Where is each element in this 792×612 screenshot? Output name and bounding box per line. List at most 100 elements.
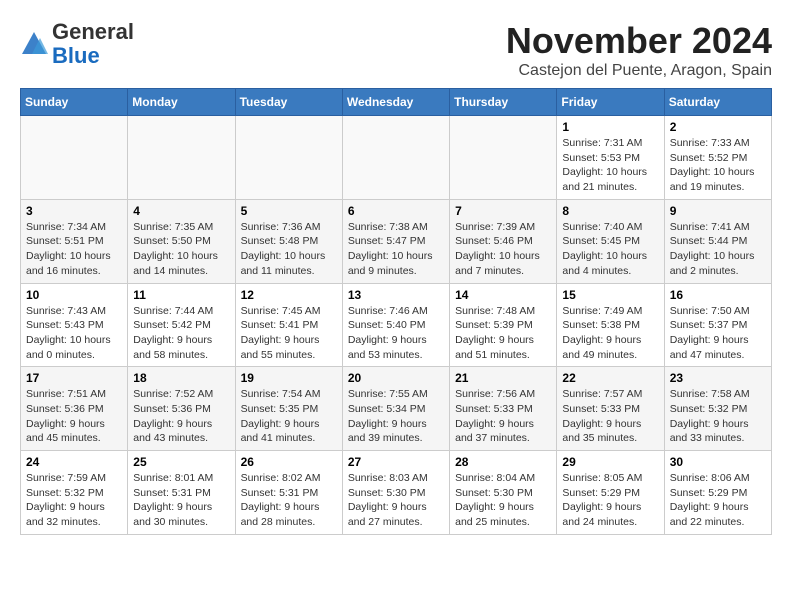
day-info: Sunrise: 7:35 AM Sunset: 5:50 PM Dayligh… — [133, 220, 229, 279]
weekday-header-sunday: Sunday — [21, 89, 128, 116]
day-number: 15 — [562, 288, 658, 302]
week-row-3: 10 Sunrise: 7:43 AM Sunset: 5:43 PM Dayli… — [21, 283, 772, 367]
weekday-header-saturday: Saturday — [664, 89, 771, 116]
day-cell: 7Sunrise: 7:39 AM Sunset: 5:46 PM Daylig… — [450, 199, 557, 283]
day-number: 22 — [562, 371, 658, 385]
day-info: Sunrise: 7:46 AM Sunset: 5:40 PM Dayligh… — [348, 304, 444, 363]
day-cell: 15 Sunrise: 7:49 AM Sunset: 5:38 PM Dayli… — [557, 283, 664, 367]
day-info: Sunrise: 7:40 AM Sunset: 5:45 PM Dayligh… — [562, 220, 658, 279]
day-info: Sunrise: 7:33 AM Sunset: 5:52 PM Dayligh… — [670, 136, 766, 195]
weekday-header-row: SundayMondayTuesdayWednesdayThursdayFrid… — [21, 89, 772, 116]
day-cell: 13 Sunrise: 7:46 AM Sunset: 5:40 PM Dayli… — [342, 283, 449, 367]
weekday-header-wednesday: Wednesday — [342, 89, 449, 116]
calendar-table: SundayMondayTuesdayWednesdayThursdayFrid… — [20, 88, 772, 535]
day-info: Sunrise: 8:01 AM Sunset: 5:31 PM Dayligh… — [133, 471, 229, 530]
day-cell: 2 Sunrise: 7:33 AM Sunset: 5:52 PM Daylig… — [664, 116, 771, 200]
day-cell: 6 Sunrise: 7:38 AM Sunset: 5:47 PM Daylig… — [342, 199, 449, 283]
logo-general-text: General — [52, 19, 134, 44]
day-cell — [21, 116, 128, 200]
day-number: 29 — [562, 455, 658, 469]
logo: General Blue — [20, 20, 134, 68]
week-row-1: 1 Sunrise: 7:31 AM Sunset: 5:53 PM Daylig… — [21, 116, 772, 200]
weekday-header-monday: Monday — [128, 89, 235, 116]
day-cell: 18 Sunrise: 7:52 AM Sunset: 5:36 PM Dayli… — [128, 367, 235, 451]
day-number: 16 — [670, 288, 766, 302]
day-info: Sunrise: 7:57 AM Sunset: 5:33 PM Dayligh… — [562, 387, 658, 446]
day-number: 23 — [670, 371, 766, 385]
day-cell — [450, 116, 557, 200]
day-number: 2 — [670, 120, 766, 134]
day-number: 21 — [455, 371, 551, 385]
day-number: 8 — [562, 204, 658, 218]
weekday-header-thursday: Thursday — [450, 89, 557, 116]
day-number: 4 — [133, 204, 229, 218]
day-cell: 23Sunrise: 7:58 AM Sunset: 5:32 PM Dayli… — [664, 367, 771, 451]
day-info: Sunrise: 7:59 AM Sunset: 5:32 PM Dayligh… — [26, 471, 122, 530]
day-number: 19 — [241, 371, 337, 385]
day-info: Sunrise: 7:44 AM Sunset: 5:42 PM Dayligh… — [133, 304, 229, 363]
day-info: Sunrise: 7:48 AM Sunset: 5:39 PM Dayligh… — [455, 304, 551, 363]
day-cell: 12 Sunrise: 7:45 AM Sunset: 5:41 PM Dayli… — [235, 283, 342, 367]
location-title: Castejon del Puente, Aragon, Spain — [506, 62, 772, 80]
day-info: Sunrise: 7:34 AM Sunset: 5:51 PM Dayligh… — [26, 220, 122, 279]
day-cell: 22 Sunrise: 7:57 AM Sunset: 5:33 PM Dayli… — [557, 367, 664, 451]
day-number: 3 — [26, 204, 122, 218]
day-number: 20 — [348, 371, 444, 385]
day-cell: 3 Sunrise: 7:34 AM Sunset: 5:51 PM Daylig… — [21, 199, 128, 283]
day-number: 10 — [26, 288, 122, 302]
day-cell: 20 Sunrise: 7:55 AM Sunset: 5:34 PM Dayli… — [342, 367, 449, 451]
day-cell: 30Sunrise: 8:06 AM Sunset: 5:29 PM Dayli… — [664, 451, 771, 535]
day-cell: 8 Sunrise: 7:40 AM Sunset: 5:45 PM Daylig… — [557, 199, 664, 283]
day-number: 17 — [26, 371, 122, 385]
day-info: Sunrise: 7:41 AM Sunset: 5:44 PM Dayligh… — [670, 220, 766, 279]
day-info: Sunrise: 7:52 AM Sunset: 5:36 PM Dayligh… — [133, 387, 229, 446]
day-info: Sunrise: 7:56 AM Sunset: 5:33 PM Dayligh… — [455, 387, 551, 446]
day-number: 6 — [348, 204, 444, 218]
day-info: Sunrise: 7:38 AM Sunset: 5:47 PM Dayligh… — [348, 220, 444, 279]
day-info: Sunrise: 7:45 AM Sunset: 5:41 PM Dayligh… — [241, 304, 337, 363]
week-row-4: 17Sunrise: 7:51 AM Sunset: 5:36 PM Dayli… — [21, 367, 772, 451]
week-row-2: 3 Sunrise: 7:34 AM Sunset: 5:51 PM Daylig… — [21, 199, 772, 283]
day-number: 13 — [348, 288, 444, 302]
day-cell: 17Sunrise: 7:51 AM Sunset: 5:36 PM Dayli… — [21, 367, 128, 451]
month-title: November 2024 — [506, 20, 772, 62]
week-row-5: 24 Sunrise: 7:59 AM Sunset: 5:32 PM Dayli… — [21, 451, 772, 535]
day-number: 27 — [348, 455, 444, 469]
day-cell: 11 Sunrise: 7:44 AM Sunset: 5:42 PM Dayli… — [128, 283, 235, 367]
day-info: Sunrise: 7:36 AM Sunset: 5:48 PM Dayligh… — [241, 220, 337, 279]
day-number: 9 — [670, 204, 766, 218]
header: General Blue November 2024 Castejon del … — [20, 20, 772, 80]
day-info: Sunrise: 7:49 AM Sunset: 5:38 PM Dayligh… — [562, 304, 658, 363]
day-info: Sunrise: 8:02 AM Sunset: 5:31 PM Dayligh… — [241, 471, 337, 530]
day-info: Sunrise: 8:05 AM Sunset: 5:29 PM Dayligh… — [562, 471, 658, 530]
day-info: Sunrise: 7:31 AM Sunset: 5:53 PM Dayligh… — [562, 136, 658, 195]
day-cell: 24 Sunrise: 7:59 AM Sunset: 5:32 PM Dayli… — [21, 451, 128, 535]
day-cell: 27 Sunrise: 8:03 AM Sunset: 5:30 PM Dayli… — [342, 451, 449, 535]
day-cell: 10 Sunrise: 7:43 AM Sunset: 5:43 PM Dayli… — [21, 283, 128, 367]
day-number: 28 — [455, 455, 551, 469]
day-cell: 26Sunrise: 8:02 AM Sunset: 5:31 PM Dayli… — [235, 451, 342, 535]
day-info: Sunrise: 7:55 AM Sunset: 5:34 PM Dayligh… — [348, 387, 444, 446]
day-cell — [128, 116, 235, 200]
day-info: Sunrise: 7:54 AM Sunset: 5:35 PM Dayligh… — [241, 387, 337, 446]
day-info: Sunrise: 7:43 AM Sunset: 5:43 PM Dayligh… — [26, 304, 122, 363]
day-number: 1 — [562, 120, 658, 134]
day-number: 18 — [133, 371, 229, 385]
day-number: 25 — [133, 455, 229, 469]
day-info: Sunrise: 7:50 AM Sunset: 5:37 PM Dayligh… — [670, 304, 766, 363]
weekday-header-friday: Friday — [557, 89, 664, 116]
day-cell: 4 Sunrise: 7:35 AM Sunset: 5:50 PM Daylig… — [128, 199, 235, 283]
day-number: 11 — [133, 288, 229, 302]
day-cell: 29 Sunrise: 8:05 AM Sunset: 5:29 PM Dayli… — [557, 451, 664, 535]
day-number: 12 — [241, 288, 337, 302]
day-info: Sunrise: 8:03 AM Sunset: 5:30 PM Dayligh… — [348, 471, 444, 530]
day-cell: 1 Sunrise: 7:31 AM Sunset: 5:53 PM Daylig… — [557, 116, 664, 200]
day-cell: 25 Sunrise: 8:01 AM Sunset: 5:31 PM Dayli… — [128, 451, 235, 535]
day-cell: 19 Sunrise: 7:54 AM Sunset: 5:35 PM Dayli… — [235, 367, 342, 451]
day-number: 24 — [26, 455, 122, 469]
day-number: 14 — [455, 288, 551, 302]
day-info: Sunrise: 8:06 AM Sunset: 5:29 PM Dayligh… — [670, 471, 766, 530]
day-cell: 9 Sunrise: 7:41 AM Sunset: 5:44 PM Daylig… — [664, 199, 771, 283]
day-cell: 21 Sunrise: 7:56 AM Sunset: 5:33 PM Dayli… — [450, 367, 557, 451]
day-cell: 28Sunrise: 8:04 AM Sunset: 5:30 PM Dayli… — [450, 451, 557, 535]
